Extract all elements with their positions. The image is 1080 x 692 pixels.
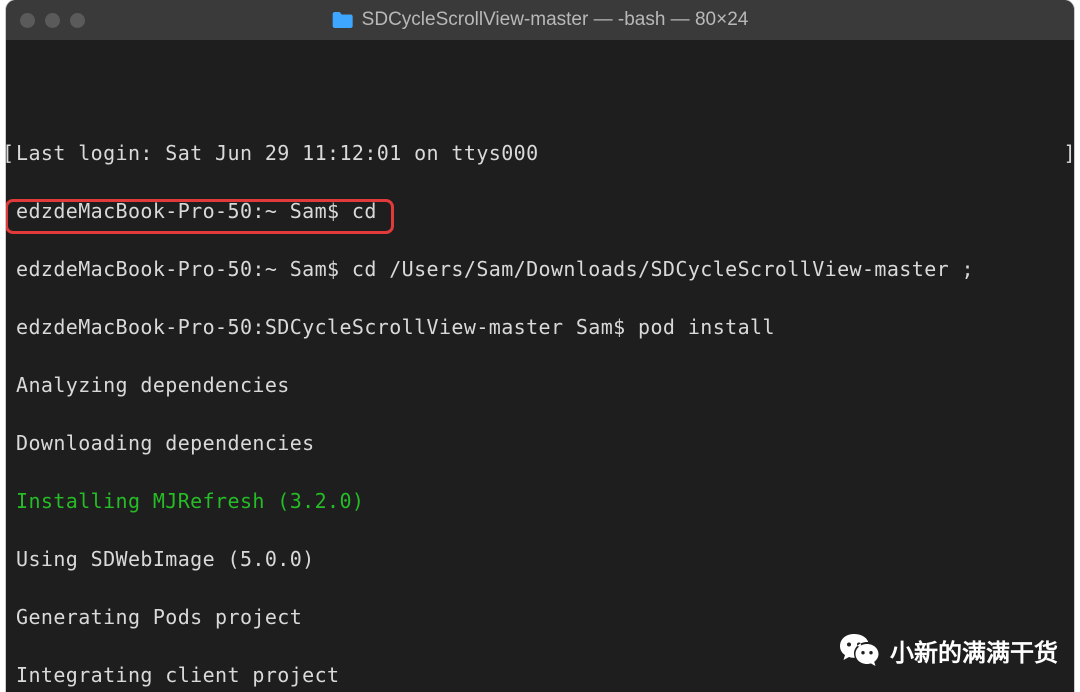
terminal-line: Analyzing dependencies [16, 371, 1064, 400]
window-titlebar: SDCycleScrollView-master — -bash — 80×24 [6, 0, 1074, 40]
close-button[interactable] [20, 13, 35, 28]
terminal-line: Using SDWebImage (5.0.0) [16, 545, 1064, 574]
watermark: 小新的满满干货 [838, 628, 1058, 672]
terminal-output[interactable]: [ ] Last login: Sat Jun 29 11:12:01 on t… [6, 40, 1074, 692]
folder-icon [332, 11, 354, 29]
traffic-lights [20, 13, 85, 28]
terminal-line: Downloading dependencies [16, 429, 1064, 458]
wechat-icon [838, 628, 882, 672]
terminal-line-installing: Installing MJRefresh (3.2.0) [16, 487, 1064, 516]
maximize-button[interactable] [70, 13, 85, 28]
window-title-text: SDCycleScrollView-master — -bash — 80×24 [362, 9, 749, 31]
terminal-line: edzdeMacBook-Pro-50:~ Sam$ cd [16, 197, 1064, 226]
terminal-window: SDCycleScrollView-master — -bash — 80×24… [6, 0, 1074, 692]
watermark-text: 小新的满满干货 [890, 633, 1058, 668]
bracket-right: ] [1064, 139, 1074, 168]
bracket-left: [ [6, 139, 14, 168]
minimize-button[interactable] [45, 13, 60, 28]
terminal-line: edzdeMacBook-Pro-50:SDCycleScrollView-ma… [16, 313, 1064, 342]
terminal-line: edzdeMacBook-Pro-50:~ Sam$ cd /Users/Sam… [16, 255, 1064, 284]
window-title: SDCycleScrollView-master — -bash — 80×24 [332, 9, 749, 31]
terminal-line: Last login: Sat Jun 29 11:12:01 on ttys0… [16, 139, 1064, 168]
